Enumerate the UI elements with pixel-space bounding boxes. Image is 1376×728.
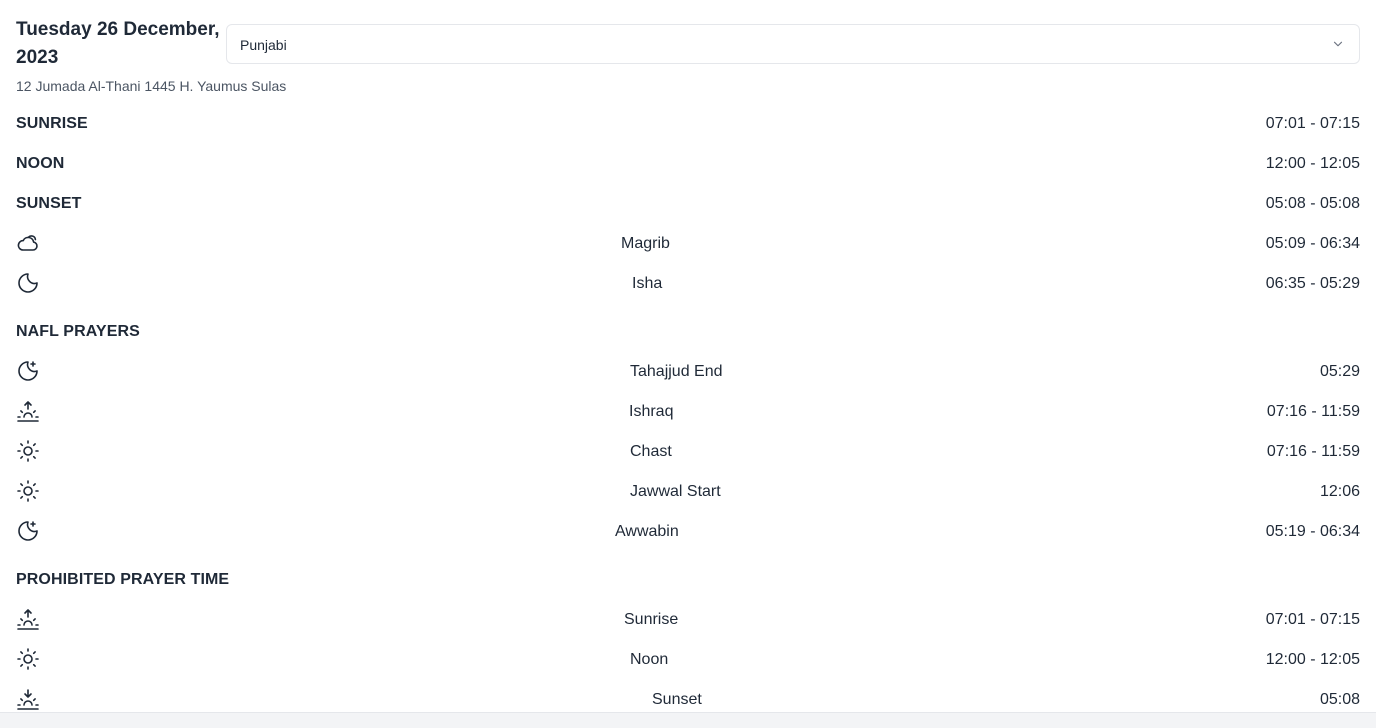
prayer-row-isha: Isha 06:35 - 05:29 <box>16 264 1360 304</box>
sun-icon <box>16 439 40 463</box>
sun-icon <box>16 647 40 671</box>
time-value: 07:01 - 07:15 <box>1265 115 1360 132</box>
prohibited-name: Sunrise <box>624 611 679 628</box>
sunrise-icon <box>16 607 40 631</box>
chevron-down-icon <box>1331 37 1345 51</box>
moon-star-icon <box>16 519 40 543</box>
prohibited-heading-row: PROHIBITED PRAYER TIME <box>16 560 1360 600</box>
moon-icon <box>16 271 40 295</box>
prohibited-name: Noon <box>630 651 669 668</box>
prayer-name: Isha <box>632 275 663 292</box>
bottom-bar <box>0 712 1376 728</box>
time-value: 12:00 - 12:05 <box>1265 155 1360 172</box>
prayer-row-ishraq: Ishraq 07:16 - 11:59 <box>16 392 1360 432</box>
nafl-heading: NAFL PRAYERS <box>16 323 140 340</box>
prayer-row-chast: Chast 07:16 - 11:59 <box>16 432 1360 472</box>
nafl-heading-row: NAFL PRAYERS <box>16 312 1360 352</box>
prayer-time: 05:29 <box>1319 363 1360 380</box>
time-row-noon: NOON 12:00 - 12:05 <box>16 144 1360 184</box>
prayer-name: Magrib <box>621 235 670 252</box>
sunset-icon <box>16 687 40 711</box>
prayer-name: Ishraq <box>629 403 674 420</box>
prohibited-time: 07:01 - 07:15 <box>1265 611 1360 628</box>
prohibited-time: 05:08 <box>1319 691 1360 708</box>
sun-icon <box>16 479 40 503</box>
prohibited-name: Sunset <box>652 691 702 708</box>
time-label: SUNSET <box>16 195 82 212</box>
time-row-sunrise: SUNRISE 07:01 - 07:15 <box>16 104 1360 144</box>
prayer-row-awwabin: Awwabin 05:19 - 06:34 <box>16 512 1360 552</box>
prayer-time: 07:16 - 11:59 <box>1266 403 1360 420</box>
prayer-time: 06:35 - 05:29 <box>1265 275 1360 292</box>
language-select-value: Punjabi <box>240 37 287 53</box>
prohibited-heading: PROHIBITED PRAYER TIME <box>16 571 230 588</box>
prayer-name: Chast <box>630 443 672 460</box>
prayer-name: Jawwal Start <box>630 483 721 500</box>
hijri-date: 12 Jumada Al-Thani 1445 H. Yaumus Sulas <box>16 78 287 94</box>
cloud-icon <box>16 231 40 255</box>
prayer-row-jawwal: Jawwal Start 12:06 <box>16 472 1360 512</box>
moon-star-icon <box>16 359 40 383</box>
sunrise-icon <box>16 399 40 423</box>
prayer-time: 12:06 <box>1319 483 1360 500</box>
time-label: SUNRISE <box>16 115 88 132</box>
date-title: Tuesday 26 December, 2023 <box>16 19 220 68</box>
prohibited-row-noon: Noon 12:00 - 12:05 <box>16 640 1360 680</box>
prayer-row-magrib: Magrib 05:09 - 06:34 <box>16 224 1360 264</box>
prayer-name: Tahajjud End <box>630 363 723 380</box>
prohibited-row-sunrise: Sunrise 07:01 - 07:15 <box>16 600 1360 640</box>
prayer-time: 05:09 - 06:34 <box>1265 235 1360 252</box>
prayer-name: Awwabin <box>615 523 679 540</box>
prayer-time: 05:19 - 06:34 <box>1265 523 1360 540</box>
prohibited-time: 12:00 - 12:05 <box>1265 651 1360 668</box>
time-value: 05:08 - 05:08 <box>1265 195 1360 212</box>
time-row-sunset: SUNSET 05:08 - 05:08 <box>16 184 1360 224</box>
prayer-row-tahajjud: Tahajjud End 05:29 <box>16 352 1360 392</box>
language-select[interactable]: Punjabi <box>226 24 1360 64</box>
prayer-time: 07:16 - 11:59 <box>1266 443 1360 460</box>
time-label: NOON <box>16 155 65 172</box>
